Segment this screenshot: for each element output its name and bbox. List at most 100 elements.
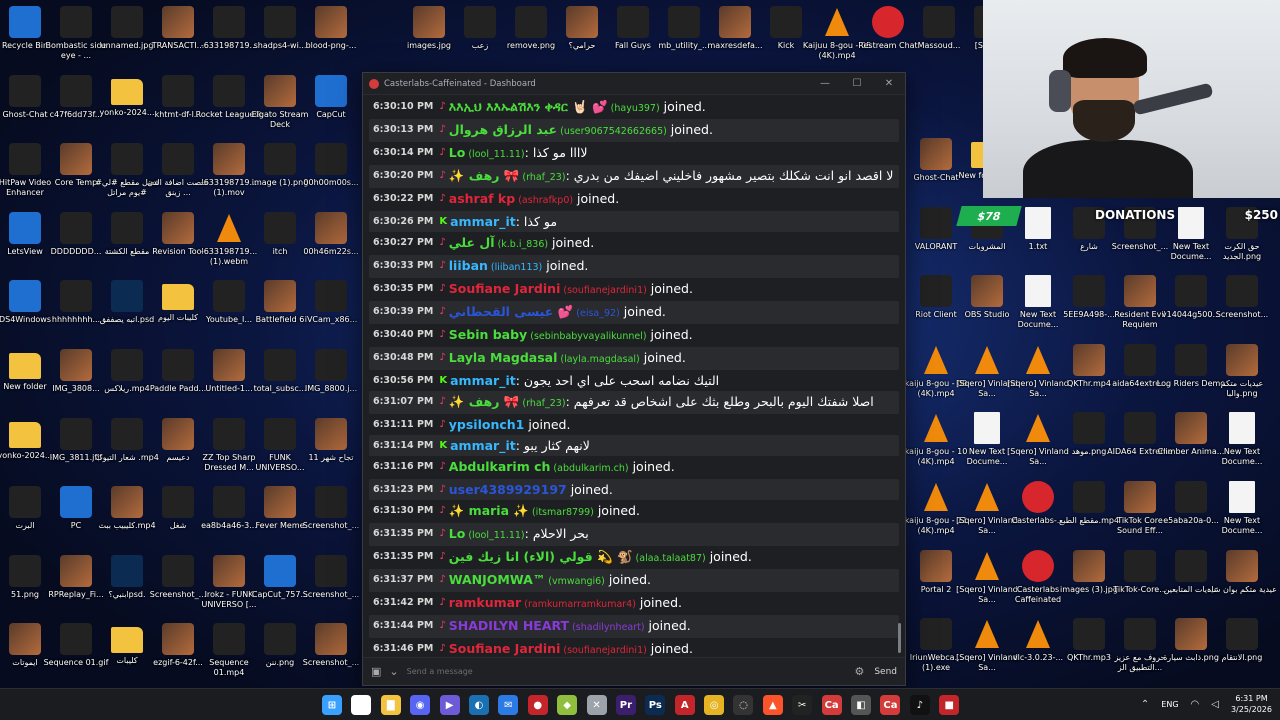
capcut-icon[interactable]: ✂	[792, 695, 813, 715]
wifi-icon[interactable]: ◠	[1191, 699, 1200, 710]
desktop-icon-left-6[interactable]: blood-png-...	[295, 2, 367, 68]
display-name[interactable]: SHADILYN HEART	[449, 618, 569, 633]
casterlabs-icon[interactable]: Ca	[821, 695, 842, 715]
chat-message-list[interactable]: 6:30:10 PM ♪ እእኢህ እእኡልሽእን ቀዳር 🤘🏻 💕 (hayu39…	[369, 96, 899, 657]
chat-message[interactable]: 6:31:35 PM ♪ Lo (lool_11.11): بحر الاحلام	[369, 523, 899, 546]
display-name[interactable]: ypsilonch1	[449, 417, 525, 432]
chat-message[interactable]: 6:30:56 PM Kammar_it: التيك نضامه اسحب عل…	[369, 370, 899, 391]
display-name[interactable]: ammar_it	[450, 214, 516, 229]
clock[interactable]: 6:31 PM 3/25/2026	[1231, 693, 1272, 715]
desktop-icon-right-55[interactable]: الانتقام.png	[1206, 614, 1278, 680]
chat-bubble-icon[interactable]: ▣	[371, 665, 381, 678]
chat-message[interactable]: 6:30:26 PM Kammar_it: مو كذا	[369, 211, 899, 232]
chat-message[interactable]: 6:31:30 PM ♪ ✨ maria ✨ (itsmar8799) joined…	[369, 500, 899, 523]
windows-start-icon[interactable]: ⊞	[322, 695, 342, 715]
chrome-icon[interactable]: ◎	[704, 695, 725, 715]
display-name[interactable]: ramkumar	[449, 595, 521, 610]
desktop-icon-right-27[interactable]: عيديات متكم والبا.png	[1206, 340, 1278, 406]
chat-message[interactable]: 6:30:27 PM ♪ آل علي (k.b.i_836) joined.	[369, 232, 899, 255]
brave-icon[interactable]: ▲	[762, 695, 783, 715]
chat-message[interactable]: 6:31:46 PM ♪ Soufiane Jardini (soufianejar…	[369, 638, 899, 657]
photoshop-icon[interactable]: Ps	[645, 695, 666, 715]
desktop-icon-left-69[interactable]: Screenshot_...	[295, 619, 367, 685]
chat-message[interactable]: 6:31:23 PM ♪ user4389929197 joined.	[369, 479, 899, 500]
display-name[interactable]: Abdulkarim ch	[449, 459, 551, 474]
close-button[interactable]: ✕	[873, 73, 905, 95]
chevron-down-icon[interactable]: ⌄	[389, 665, 398, 678]
desktop-icon-left-55[interactable]: Screenshot_...	[295, 482, 367, 548]
chat-message[interactable]: 6:31:16 PM ♪ Abdulkarim ch (abdulkarim.ch)…	[369, 456, 899, 479]
chat-message[interactable]: 6:31:14 PM Kammar_it: لانهم كثار يبو	[369, 435, 899, 456]
message-input[interactable]: Send a message	[407, 667, 855, 676]
display-name[interactable]: user4389929197	[449, 482, 567, 497]
chat-message[interactable]: 6:30:40 PM ♪ Sebin baby (sebinbabyvayaliku…	[369, 324, 899, 347]
desktop-icon-left-41[interactable]: IMG_8800.j...	[295, 345, 367, 411]
desktop-icon-left-20[interactable]: 00h00m00s...	[295, 139, 367, 205]
chat-message[interactable]: 6:31:07 PM ♪ ✨ رهف 🎀 (rhaf_23): اصلا شفتك …	[369, 391, 899, 414]
display-name[interactable]: Soufiane Jardini	[449, 281, 561, 296]
search-icon[interactable]: ⌕	[351, 695, 372, 715]
display-name[interactable]: عبد الرزاق هروال	[449, 122, 557, 137]
display-name[interactable]: ✨ رهف 🎀	[449, 168, 520, 183]
chat-message[interactable]: 6:31:44 PM ♪ SHADILYN HEART (shadilynheart…	[369, 615, 899, 638]
game-icon[interactable]: ◧	[851, 695, 872, 715]
xbox-icon[interactable]: ✕	[586, 695, 607, 715]
display-name[interactable]: Sebin baby	[449, 327, 527, 342]
chat-message[interactable]: 6:30:33 PM ♪ liiban (liiban113) joined.	[369, 255, 899, 278]
language-indicator[interactable]: ENG	[1161, 700, 1178, 709]
chat-message[interactable]: 6:30:35 PM ♪ Soufiane Jardini (soufianejar…	[369, 278, 899, 301]
discord-icon[interactable]: ◉	[410, 695, 431, 715]
volume-icon[interactable]: ◁	[1211, 699, 1219, 710]
chat-message[interactable]: 6:30:22 PM ♪ ashraf kp (ashrafkp0) joined.	[369, 188, 899, 211]
chat-message[interactable]: 6:30:10 PM ♪ እእኢህ እእኡልሽእን ቀዳር 🤘🏻 💕 (hayu39…	[369, 96, 899, 119]
chat-message[interactable]: 6:31:35 PM ♪ قولي (الاء) انا زيك فين 💫 🐒 (…	[369, 546, 899, 569]
display-name[interactable]: WANJOMWA™	[449, 572, 545, 587]
display-name[interactable]: Lo	[449, 145, 466, 160]
chat-message[interactable]: 6:30:14 PM ♪ Lo (lool_11.11): لاااا مو كذا	[369, 142, 899, 165]
display-name[interactable]: ✨ maria ✨	[449, 503, 529, 518]
tiktok-icon[interactable]: ♪	[909, 695, 930, 715]
display-name[interactable]: ammar_it	[450, 373, 516, 388]
desktop-icon-left-27[interactable]: 00h46m22s...	[295, 208, 367, 274]
desktop-icon-right-41[interactable]: New Text Docume...	[1206, 477, 1278, 543]
red-app-icon[interactable]: ●	[527, 695, 548, 715]
chat-message[interactable]: 6:31:42 PM ♪ ramkumar (ramkumarramkumar4) …	[369, 592, 899, 615]
window-title-bar[interactable]: Casterlabs-Caffeinated - Dashboard — ☐ ✕	[363, 73, 905, 95]
display-name[interactable]: ✨ رهف 🎀	[449, 394, 520, 409]
steam-icon[interactable]: ◐	[468, 695, 489, 715]
chat-message[interactable]: 6:30:20 PM ♪ ✨ رهف 🎀 (rhaf_23): لا اقصد ان…	[369, 165, 899, 188]
obs-icon[interactable]: ◌	[733, 695, 754, 715]
display-name[interactable]: عيسى القحطاني 💕	[449, 304, 573, 319]
chat-message[interactable]: 6:30:39 PM ♪ عيسى القحطاني 💕 (eisa_92) joi…	[369, 301, 899, 324]
desktop-icon-left-62[interactable]: Screenshot_...	[295, 551, 367, 617]
desktop-icon-right-20[interactable]: Screenshot...	[1206, 271, 1278, 337]
display-name[interactable]: ammar_it	[450, 438, 516, 453]
gear-icon[interactable]: ⚙	[854, 665, 864, 678]
acrobat-icon[interactable]: A	[674, 695, 695, 715]
desktop-icon-right-34[interactable]: New Text Docume...	[1206, 408, 1278, 474]
display-name[interactable]: Lo	[449, 526, 466, 541]
desktop-icon-left-34[interactable]: iVCam_x86...	[295, 276, 367, 342]
display-name[interactable]: Soufiane Jardini	[449, 641, 561, 656]
premiere-icon[interactable]: Pr	[615, 695, 636, 715]
chat-message[interactable]: 6:30:13 PM ♪ عبد الرزاق هروال (user9067542…	[369, 119, 899, 142]
display-name[interactable]: آل علي	[449, 235, 495, 250]
desktop-icon-right-48[interactable]: عيدية متكم بوان شاه	[1206, 546, 1278, 612]
red-app2-icon[interactable]: ■	[939, 695, 960, 715]
display-name[interactable]: Layla Magdasal	[449, 350, 558, 365]
chevron-up-icon[interactable]: ⌃	[1141, 699, 1149, 710]
chat-message[interactable]: 6:30:48 PM ♪ Layla Magdasal (layla.magdasa…	[369, 347, 899, 370]
display-name[interactable]: እእኢህ እእኡልሽእን ቀዳር 🤘🏻 💕	[449, 99, 608, 114]
chat-message[interactable]: 6:31:11 PM ♪ ypsilonch1 joined.	[369, 414, 899, 435]
chat-scrollbar[interactable]	[898, 623, 901, 653]
desktop-icon-left-48[interactable]: تجاح شهر 11	[295, 414, 367, 480]
desktop-icon-left-13[interactable]: CapCut	[295, 71, 367, 137]
file-explorer-icon[interactable]: ▇	[380, 695, 401, 715]
mail-icon[interactable]: ✉	[498, 695, 519, 715]
media-player-icon[interactable]: ▶	[439, 695, 460, 715]
display-name[interactable]: ashraf kp	[449, 191, 515, 206]
epic-icon[interactable]: ◆	[557, 695, 578, 715]
chat-message[interactable]: 6:31:37 PM ♪ WANJOMWA™ (vmwangi6) joined.	[369, 569, 899, 592]
send-button[interactable]: Send	[874, 667, 897, 677]
display-name[interactable]: liiban	[449, 258, 488, 273]
